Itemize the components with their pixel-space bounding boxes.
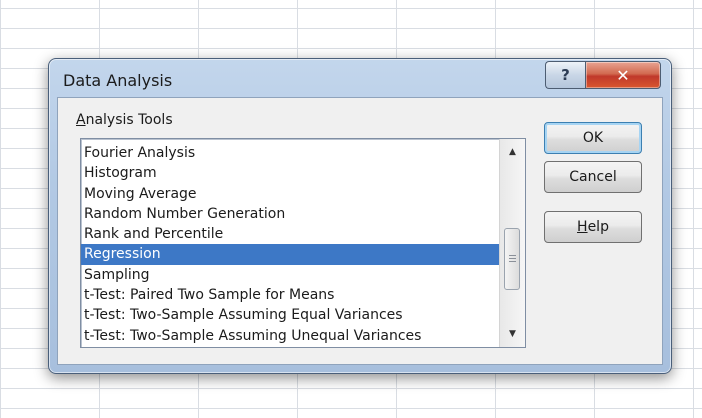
question-mark-icon: ? — [561, 66, 570, 84]
analysis-tools-list[interactable]: Fourier Analysis Histogram Moving Average R… — [80, 138, 526, 348]
list-item[interactable]: t-Test: Two-Sample Assuming Equal Varian… — [81, 305, 499, 325]
list-item[interactable]: Fourier Analysis — [81, 143, 499, 163]
list-item[interactable]: Moving Average — [81, 184, 499, 204]
list-item[interactable]: Sampling — [81, 265, 499, 285]
list-item[interactable]: Random Number Generation — [81, 204, 499, 224]
help-label-text: elp — [587, 219, 609, 235]
dialog-title: Data Analysis — [63, 71, 173, 90]
grip-icon — [508, 255, 516, 263]
help-button[interactable]: Help — [544, 211, 642, 243]
scroll-thumb[interactable] — [504, 228, 520, 290]
ok-button[interactable]: OK — [544, 122, 642, 154]
help-caption-button[interactable]: ? — [545, 61, 585, 89]
close-button[interactable]: ✕ — [585, 61, 661, 89]
label-text: nalysis Tools — [85, 112, 173, 128]
list-item[interactable]: Regression — [81, 244, 499, 265]
list-item[interactable]: t-Test: Paired Two Sample for Means — [81, 285, 499, 305]
data-analysis-dialog: Data Analysis ? ✕ Analysis Tools Fourier… — [48, 58, 672, 374]
label-access-key: A — [76, 112, 86, 128]
close-icon: ✕ — [616, 65, 630, 85]
scroll-up-arrow-icon[interactable]: ▲ — [500, 141, 525, 163]
title-bar[interactable]: Data Analysis ? ✕ — [49, 59, 671, 101]
analysis-tools-label: Analysis Tools — [76, 112, 173, 128]
cancel-button[interactable]: Cancel — [544, 161, 642, 193]
help-access-key: H — [577, 219, 588, 235]
list-items: Fourier Analysis Histogram Moving Average R… — [81, 143, 499, 346]
list-item[interactable]: Histogram — [81, 163, 499, 183]
list-item[interactable]: Rank and Percentile — [81, 224, 499, 244]
vertical-scrollbar[interactable]: ▲ ▼ — [499, 139, 525, 347]
scroll-down-arrow-icon[interactable]: ▼ — [500, 323, 525, 345]
list-item[interactable]: t-Test: Two-Sample Assuming Unequal Vari… — [81, 326, 499, 346]
dialog-body: Analysis Tools Fourier Analysis Histogram… — [57, 97, 663, 365]
